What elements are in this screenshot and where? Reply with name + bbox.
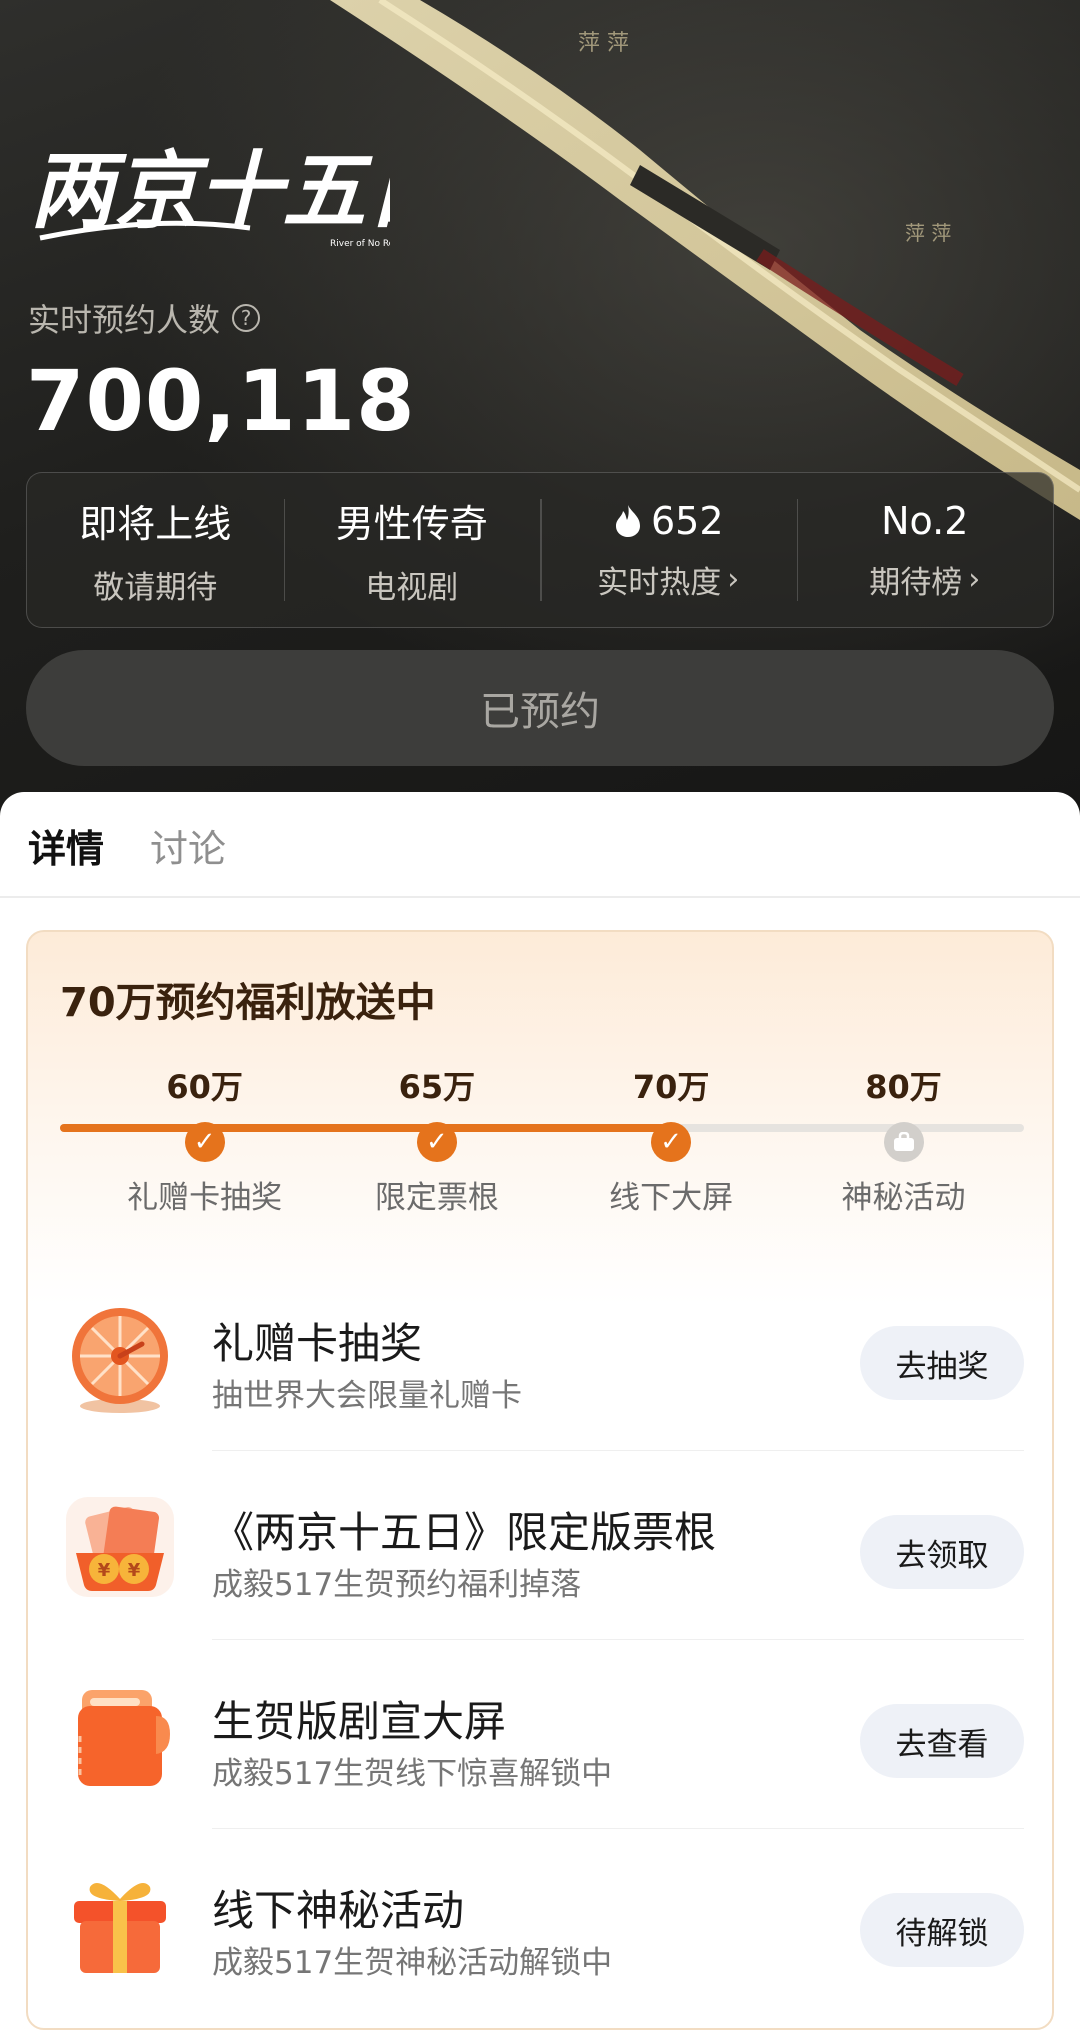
pending-unlock-button[interactable]: 待解锁 xyxy=(860,1893,1024,1967)
help-icon[interactable]: ? xyxy=(232,304,261,332)
benefit-list: 礼赠卡抽奖 抽世界大会限量礼赠卡 去抽奖 ¥ ¥ 《两京十五日》限定版票根 成毅… xyxy=(60,1262,1024,2018)
item-title: 《两京十五日》限定版票根 xyxy=(212,1508,717,1557)
prize-wheel-icon xyxy=(72,1308,168,1413)
milestone-value: 80万 xyxy=(865,1068,942,1106)
reservation-count-text: 实时预约人数 xyxy=(28,301,221,339)
stat-release-top: 即将上线 xyxy=(79,502,232,546)
draw-button[interactable]: 去抽奖 xyxy=(860,1326,1024,1400)
tab-discussion[interactable]: 讨论 xyxy=(150,818,226,873)
chevron-right-icon: › xyxy=(727,561,740,597)
screen-card-icon xyxy=(78,1690,170,1786)
stat-heat[interactable]: 652 实时热度 › xyxy=(540,473,797,627)
gift-box-icon xyxy=(74,1883,166,1973)
milestone-value: 60万 xyxy=(166,1068,243,1106)
list-item: ¥ ¥ 《两京十五日》限定版票根 成毅517生贺预约福利掉落 去领取 xyxy=(60,1451,1024,1640)
stat-heat-label: 实时热度 xyxy=(597,564,722,601)
stats-bar: 即将上线 敬请期待 男性传奇 电视剧 652 实时热度 › No.2 期待榜 › xyxy=(26,472,1054,628)
benefits-card: 70万预约福利放送中 60万 ✓ 礼赠卡抽奖 65万 ✓ 限定票根 70万 ✓ … xyxy=(26,930,1054,2030)
details-sheet: 详情 讨论 70万预约福利放送中 60万 ✓ 礼赠卡抽奖 65万 ✓ 限定票根 … xyxy=(0,792,1080,2030)
view-button[interactable]: 去查看 xyxy=(860,1704,1024,1778)
stat-release-sub: 敬请期待 xyxy=(93,570,218,606)
svg-text:萍 萍: 萍 萍 xyxy=(905,221,951,245)
logo-subtext: River of No Return xyxy=(330,239,390,249)
stat-genre-top: 男性传奇 xyxy=(335,502,488,546)
tabs-divider xyxy=(0,896,1080,898)
chevron-right-icon: › xyxy=(968,561,981,597)
item-subtitle: 成毅517生贺神秘活动解锁中 xyxy=(212,1945,613,1981)
milestone-70w: 70万 ✓ 线下大屏 xyxy=(581,1062,761,1217)
list-item: 线下神秘活动 成毅517生贺神秘活动解锁中 待解锁 xyxy=(60,1829,1024,2018)
reservation-count-label: 实时预约人数 ? xyxy=(28,295,261,341)
item-subtitle: 成毅517生贺线下惊喜解锁中 xyxy=(212,1756,613,1792)
milestone-value: 70万 xyxy=(632,1068,710,1106)
check-icon: ✓ xyxy=(416,1122,457,1162)
list-item: 生贺版剧宣大屏 成毅517生贺线下惊喜解锁中 去查看 xyxy=(60,1640,1024,1829)
item-subtitle: 成毅517生贺预约福利掉落 xyxy=(212,1567,582,1603)
check-icon: ✓ xyxy=(184,1122,225,1162)
stat-ranking-label: 期待榜 xyxy=(869,564,963,601)
check-icon: ✓ xyxy=(651,1122,692,1162)
list-item: 礼赠卡抽奖 抽世界大会限量礼赠卡 去抽奖 xyxy=(60,1262,1024,1451)
milestone-label: 限定票根 xyxy=(374,1180,499,1216)
flame-icon xyxy=(615,504,640,537)
svg-text:¥: ¥ xyxy=(98,1560,111,1581)
milestone-label: 礼赠卡抽奖 xyxy=(127,1180,283,1216)
milestone-60w: 60万 ✓ 礼赠卡抽奖 xyxy=(115,1062,295,1217)
claim-button[interactable]: 去领取 xyxy=(860,1515,1024,1589)
show-logo: 两京十五日 River of No Return xyxy=(30,120,454,270)
milestone-65w: 65万 ✓ 限定票根 xyxy=(347,1062,527,1217)
milestone-label: 线下大屏 xyxy=(609,1180,734,1216)
reservation-count-value: 700,118 xyxy=(26,352,416,450)
stat-release-status: 即将上线 敬请期待 xyxy=(27,473,284,627)
item-title: 礼赠卡抽奖 xyxy=(212,1319,423,1368)
stat-heat-value: 652 xyxy=(650,498,724,543)
stat-genre: 男性传奇 电视剧 xyxy=(283,473,541,627)
tab-details[interactable]: 详情 xyxy=(28,818,104,873)
svg-text:¥: ¥ xyxy=(128,1560,141,1581)
lock-icon xyxy=(883,1122,924,1162)
item-title: 生贺版剧宣大屏 xyxy=(212,1697,507,1746)
milestone-label: 神秘活动 xyxy=(841,1180,966,1216)
milestone-value: 65万 xyxy=(398,1068,476,1106)
stat-genre-sub: 电视剧 xyxy=(365,570,459,606)
milestone-progress: 60万 ✓ 礼赠卡抽奖 65万 ✓ 限定票根 70万 ✓ 线下大屏 80万 神秘… xyxy=(60,1062,1024,1222)
hero-banner: 萍 萍 萍 萍 两京十五日 River of No Return 实时预约人数 … xyxy=(0,0,1080,820)
benefits-title: 70万预约福利放送中 xyxy=(60,980,436,1026)
svg-text:萍 萍: 萍 萍 xyxy=(578,31,629,56)
ticket-coins-icon: ¥ ¥ xyxy=(66,1497,174,1597)
item-subtitle: 抽世界大会限量礼赠卡 xyxy=(212,1378,522,1414)
tab-bar: 详情 讨论 xyxy=(28,818,226,873)
stat-ranking-value: No.2 xyxy=(881,498,969,543)
item-title: 线下神秘活动 xyxy=(212,1886,465,1935)
stat-ranking[interactable]: No.2 期待榜 › xyxy=(796,473,1054,627)
milestone-80w: 80万 神秘活动 xyxy=(814,1062,994,1217)
reserved-button[interactable]: 已预约 xyxy=(26,650,1054,766)
